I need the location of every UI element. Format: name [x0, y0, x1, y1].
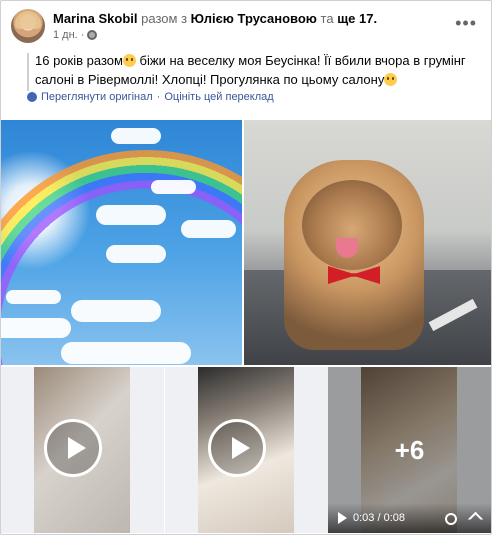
- post-card: Marina Skobil разом з Юлією Трусановою т…: [0, 0, 492, 535]
- video-time: 0:03 / 0:08: [353, 512, 405, 524]
- more-people-link[interactable]: ще 17.: [337, 11, 377, 26]
- cloud: [111, 128, 161, 144]
- author-avatar[interactable]: [11, 9, 45, 43]
- crying-face-icon: [122, 54, 136, 67]
- cloud: [61, 342, 191, 364]
- video-thumb-3[interactable]: +6 0:03 / 0:08: [328, 367, 491, 533]
- post-header: Marina Skobil разом з Юлією Трусановою т…: [1, 1, 491, 45]
- cloud: [151, 180, 196, 194]
- translation-bar: Переглянути оригінал · Оцініть цей перек…: [27, 91, 274, 103]
- play-icon[interactable]: [44, 419, 102, 477]
- post-meta: 1 дн. ·: [53, 29, 98, 41]
- globe-icon: [87, 30, 98, 40]
- show-original-link[interactable]: Переглянути оригінал: [41, 91, 153, 103]
- translate-gear-icon[interactable]: [27, 92, 37, 102]
- post-time[interactable]: 1 дн.: [53, 29, 78, 41]
- video-thumb-2[interactable]: [165, 367, 328, 533]
- crying-face-icon: [384, 73, 398, 86]
- quote-bar: [27, 53, 29, 91]
- translate-separator: ·: [156, 91, 161, 103]
- cloud: [71, 300, 161, 322]
- tagged-person[interactable]: Юлією Трусановою: [191, 11, 317, 26]
- photo-rainbow[interactable]: [1, 120, 242, 365]
- post-text: 16 років разом біжи на веселку моя Беусі…: [35, 51, 475, 89]
- and-text: та: [320, 11, 334, 26]
- photo-dog[interactable]: [244, 120, 491, 365]
- post-text-part1: 16 років разом: [35, 53, 123, 68]
- cloud: [6, 290, 61, 304]
- cloud: [1, 318, 71, 338]
- video-thumb-1[interactable]: [1, 367, 164, 533]
- author-line: Marina Skobil разом з Юлією Трусановою т…: [53, 11, 377, 26]
- play-small-icon[interactable]: [338, 512, 347, 524]
- rate-translation-link[interactable]: Оцініть цей переклад: [164, 91, 273, 103]
- more-horizontal-icon[interactable]: •••: [455, 13, 477, 34]
- settings-gear-icon[interactable]: [445, 513, 457, 525]
- cloud: [106, 245, 166, 263]
- play-icon[interactable]: [208, 419, 266, 477]
- with-text: разом з: [141, 11, 188, 26]
- cloud: [181, 220, 236, 238]
- cloud: [96, 205, 166, 225]
- meta-dot: ·: [80, 29, 85, 41]
- video-controls: 0:03 / 0:08: [328, 503, 491, 533]
- author-name[interactable]: Marina Skobil: [53, 11, 138, 26]
